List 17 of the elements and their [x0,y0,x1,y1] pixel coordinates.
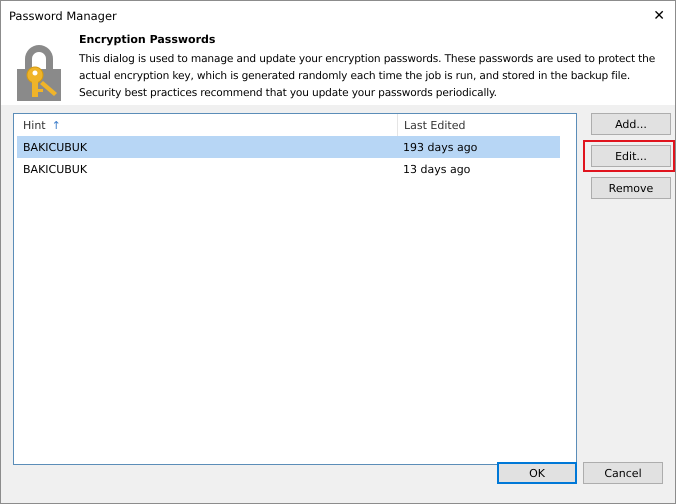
description-text: This dialog is used to manage and update your encryption passwords. These passwords are used to protect the actual encryption key, which is generated randomly each time the job is run, and stored in the backup file. Security best practices recommend that you update your passwords periodically. [79,52,656,101]
list-row[interactable]: BAKICUBUK 193 days ago [17,136,560,158]
close-button[interactable]: ✕ [653,8,665,24]
date-cell-text: 13 days ago [402,162,470,176]
dialog-button[interactable]: OK [497,462,577,484]
action-button[interactable]: Edit... [591,145,671,167]
dialog-button[interactable]: Cancel [583,462,663,484]
hint-cell-text: BAKICUBUK [22,140,88,154]
window-title: Password Manager [9,9,117,23]
sort-arrow-icon: ↑ [52,118,61,132]
date-cell-text: 193 days ago [402,140,478,154]
action-button[interactable]: Remove [591,177,671,199]
column-header[interactable]: Hint ↑ [17,114,397,136]
list-row[interactable]: BAKICUBUK 13 days ago [17,158,560,180]
hint-cell-text: BAKICUBUK [22,162,88,176]
action-button[interactable]: Add... [591,113,671,135]
section-title: Encryption Passwords [79,33,216,46]
